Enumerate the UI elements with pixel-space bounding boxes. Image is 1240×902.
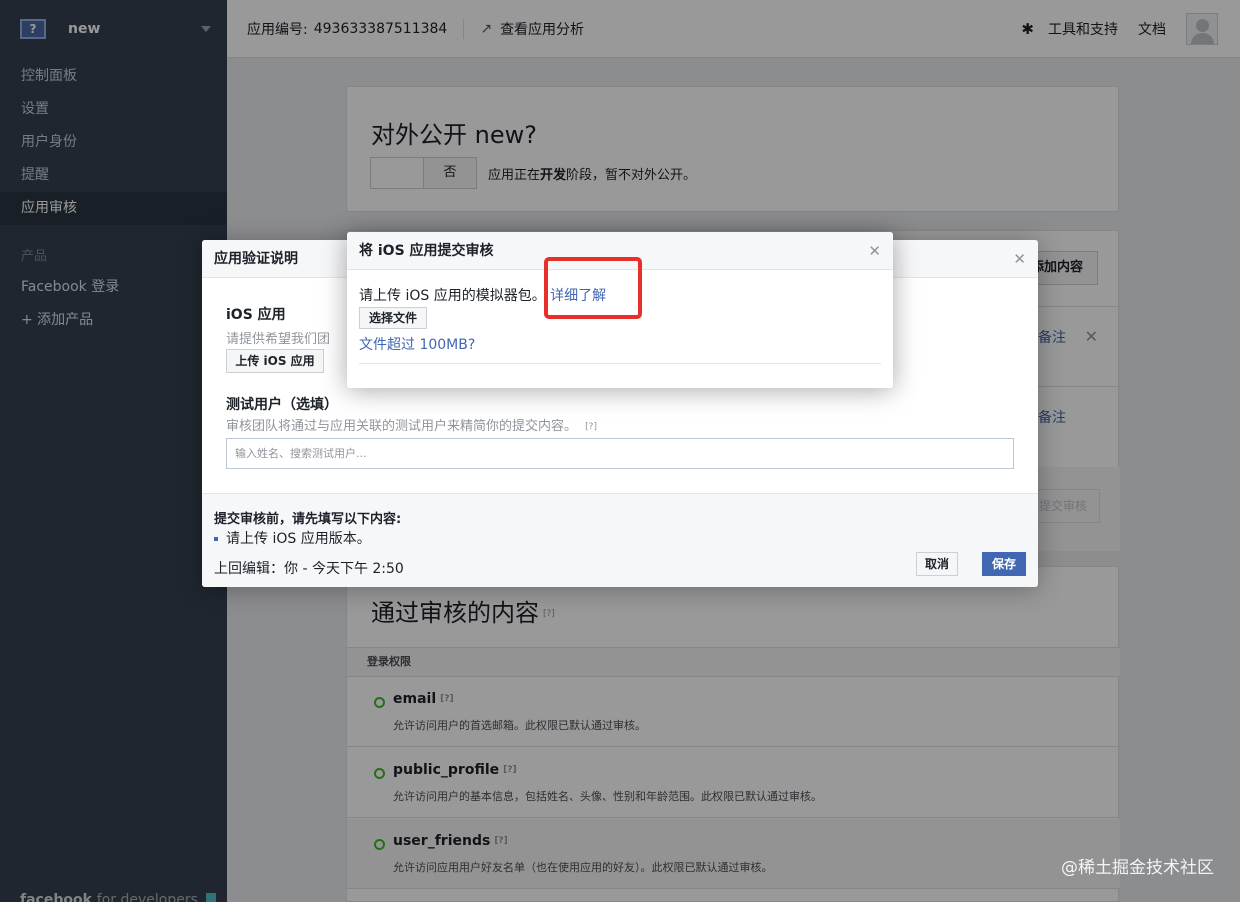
last-edited: 上回编辑：你 - 今天下午 2:50 [214, 561, 404, 577]
ios-section-title: iOS 应用 [226, 307, 286, 323]
file-size-link[interactable]: 文件超过 100MB? [359, 334, 475, 354]
tester-section-desc: 审核团队将通过与应用关联的测试用户来精简你的提交内容。 [?] [226, 415, 597, 434]
tester-desc-text: 审核团队将通过与应用关联的测试用户来精简你的提交内容。 [226, 419, 578, 434]
divider [359, 363, 881, 364]
tester-section-title: 测试用户（选填） [226, 397, 338, 413]
help-icon[interactable]: [?] [585, 422, 597, 432]
close-icon[interactable]: ✕ [1013, 250, 1026, 268]
bullet-icon [214, 537, 218, 541]
requirement-item: 请上传 iOS 应用版本。 [214, 528, 371, 548]
choose-file-button[interactable]: 选择文件 [359, 307, 427, 329]
close-icon[interactable]: ✕ [868, 242, 881, 260]
ios-section-desc: 请提供希望我们团 [226, 332, 331, 347]
dialog-footer: 提交审核前，请先填写以下内容: 请上传 iOS 应用版本。 上回编辑：你 - 今… [202, 493, 1038, 587]
dialog-body-text: 请上传 iOS 应用的模拟器包。 [359, 288, 546, 304]
cancel-button[interactable]: 取消 [916, 552, 958, 576]
save-button[interactable]: 保存 [982, 552, 1026, 576]
highlight-box [544, 257, 642, 319]
requirement-text: 请上传 iOS 应用版本。 [226, 531, 371, 547]
upload-ios-button[interactable]: 上传 iOS 应用 [226, 349, 324, 373]
watermark: @稀土掘金技术社区 [1061, 858, 1214, 878]
requirements-title: 提交审核前，请先填写以下内容: [214, 512, 402, 527]
tester-search-input[interactable]: 输入姓名、搜索测试用户... [226, 438, 1014, 469]
